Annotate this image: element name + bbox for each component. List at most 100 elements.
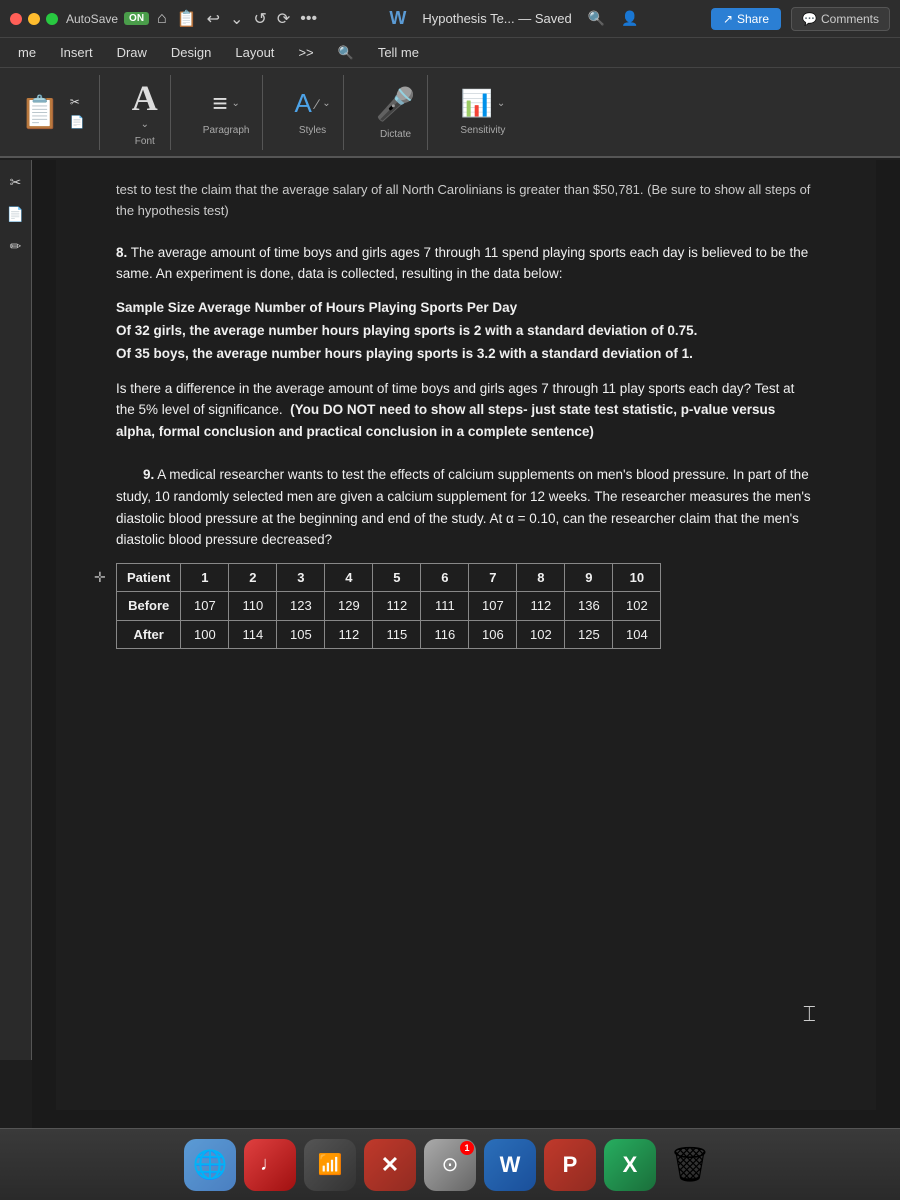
table-header-9: 9: [565, 563, 613, 592]
table-cell-after-6: 116: [421, 620, 469, 649]
dock-item-xapp[interactable]: ✕: [364, 1139, 416, 1191]
table-cell-before-5: 112: [373, 592, 421, 621]
table-header-6: 6: [421, 563, 469, 592]
share-profile-icon[interactable]: 👤: [621, 10, 638, 27]
menu-item-draw[interactable]: Draw: [107, 41, 157, 64]
table-cell-before-7: 107: [469, 592, 517, 621]
girls-data: Of 32 girls, the average number hours pl…: [116, 320, 816, 343]
close-button[interactable]: [10, 13, 22, 25]
x-app-icon: ✕: [381, 1152, 399, 1178]
document-area: test to test the claim that the average …: [32, 160, 900, 1150]
table-cell-before-9: 136: [565, 592, 613, 621]
dictate-label: Dictate: [380, 129, 411, 140]
table-header-patient: Patient: [117, 563, 181, 592]
table-cell-after-4: 112: [325, 620, 373, 649]
microphone-icon[interactable]: 🎤: [376, 85, 416, 123]
share-button[interactable]: ↗ Share: [711, 8, 781, 30]
table-cell-after-8: 102: [517, 620, 565, 649]
table-cell-after-1: 100: [181, 620, 229, 649]
dock-item-finder[interactable]: 🌐: [184, 1139, 236, 1191]
home-icon[interactable]: ⌂: [157, 10, 167, 28]
save-icon[interactable]: ↺: [253, 9, 266, 29]
question-9-block: 9. A medical researcher wants to test th…: [116, 464, 816, 649]
styles-label: Styles: [299, 125, 326, 136]
table-header-2: 2: [229, 563, 277, 592]
table-header-4: 4: [325, 563, 373, 592]
ribbon: 📋 ✂ 📄 A ⌄ Font ≡ ⌄ Paragraph A ∕: [0, 68, 900, 158]
table-handle-icon[interactable]: ✛: [94, 567, 106, 588]
table-cell-before-4: 129: [325, 592, 373, 621]
q8-text: 8. The average amount of time boys and g…: [116, 242, 816, 285]
comments-button[interactable]: 💬 Comments: [791, 7, 890, 31]
barchart-icon: 📶: [318, 1152, 343, 1177]
comment-icon: 💬: [802, 12, 817, 26]
ribbon-group-styles: A ∕ ⌄ Styles: [283, 75, 344, 150]
clipboard-icon[interactable]: 📋: [177, 9, 197, 29]
table-header-row: Patient 1 2 3 4 5 6 7 8 9 10: [117, 563, 661, 592]
q8-question: Is there a difference in the average amo…: [116, 378, 816, 443]
table-header-5: 5: [373, 563, 421, 592]
table-cell-before-label: Before: [117, 592, 181, 621]
title-center: W Hypothesis Te... — Saved 🔍 👤: [325, 8, 703, 29]
dock-item-trash[interactable]: 🗑: [664, 1139, 716, 1191]
dock-item-pdf[interactable]: P: [544, 1139, 596, 1191]
table-header-10: 10: [613, 563, 661, 592]
ribbon-group-paste: 📋 ✂ 📄: [10, 75, 100, 150]
sidebar-tool-1[interactable]: ✂: [2, 168, 30, 196]
search-icon: 🔍: [328, 41, 364, 65]
title-right-buttons: ↗ Share 💬 Comments: [711, 7, 890, 31]
dock-item-browser[interactable]: ⊙ 1: [424, 1139, 476, 1191]
menu-item-design[interactable]: Design: [161, 41, 221, 64]
search-icon[interactable]: 🔍: [588, 10, 605, 27]
paragraph-label: Paragraph: [203, 125, 250, 136]
menu-item-tellme[interactable]: Tell me: [368, 41, 429, 64]
dock-item-word[interactable]: W: [484, 1139, 536, 1191]
sample-data-block: Sample Size Average Number of Hours Play…: [116, 297, 816, 366]
paragraph-icon[interactable]: ≡: [212, 88, 227, 119]
table-cell-after-label: After: [117, 620, 181, 649]
cut-button[interactable]: ✂: [66, 93, 89, 111]
q9-text: 9. A medical researcher wants to test th…: [116, 464, 816, 550]
undo-icon[interactable]: ↩: [207, 9, 220, 29]
redo-chevron-icon[interactable]: ⌄: [230, 9, 243, 29]
menu-item-layout[interactable]: Layout: [225, 41, 284, 64]
dock-item-music[interactable]: ♩: [244, 1139, 296, 1191]
refresh-icon[interactable]: ⟳: [277, 9, 290, 29]
sidebar-tool-2[interactable]: 📄: [2, 200, 30, 228]
font-button[interactable]: A ⌄: [132, 77, 158, 130]
excel-icon: X: [623, 1152, 638, 1178]
maximize-button[interactable]: [46, 13, 58, 25]
trash-icon: 🗑: [668, 1145, 711, 1185]
q8-number: 8.: [116, 245, 127, 260]
q9-number: 9.: [143, 467, 154, 482]
menu-item-me[interactable]: me: [8, 41, 46, 64]
boys-data: Of 35 boys, the average number hours pla…: [116, 343, 816, 366]
sidebar-tool-3[interactable]: ✏: [2, 232, 30, 260]
sensitivity-icon[interactable]: 📊: [461, 88, 493, 119]
paste-button[interactable]: 📋: [20, 93, 60, 131]
menu-item-insert[interactable]: Insert: [50, 41, 103, 64]
menu-item-more[interactable]: >>: [288, 41, 323, 64]
minimize-button[interactable]: [28, 13, 40, 25]
left-sidebar-strip: ✂ 📄 ✏: [0, 160, 32, 1060]
autosave-label: AutoSave: [66, 12, 118, 26]
table-cell-before-1: 107: [181, 592, 229, 621]
dock-badge-1: 1: [460, 1141, 474, 1155]
traffic-lights: [10, 13, 58, 25]
styles-icon[interactable]: A: [295, 88, 312, 119]
document-title: Hypothesis Te... — Saved: [422, 11, 571, 26]
table-header-7: 7: [469, 563, 517, 592]
dock-item-excel[interactable]: X: [604, 1139, 656, 1191]
ribbon-group-sensitivity: 📊 ⌄ Sensitivity: [448, 75, 517, 150]
title-icons: ⌂ 📋 ↩ ⌄ ↺ ⟳ •••: [157, 9, 317, 29]
autosave-on-badge[interactable]: ON: [124, 12, 149, 25]
copy-button[interactable]: 📄: [66, 113, 89, 131]
table-cell-before-10: 102: [613, 592, 661, 621]
ribbon-group-paragraph: ≡ ⌄ Paragraph: [191, 75, 263, 150]
sample-label: Sample Size Average Number of Hours Play…: [116, 297, 816, 320]
dock-item-barchart[interactable]: 📶: [304, 1139, 356, 1191]
table-cell-after-5: 115: [373, 620, 421, 649]
paragraph-chevron-icon: ⌄: [232, 98, 240, 109]
more-icon[interactable]: •••: [300, 10, 317, 28]
table-row-after: After 100 114 105 112 115 116 106 102 12…: [117, 620, 661, 649]
